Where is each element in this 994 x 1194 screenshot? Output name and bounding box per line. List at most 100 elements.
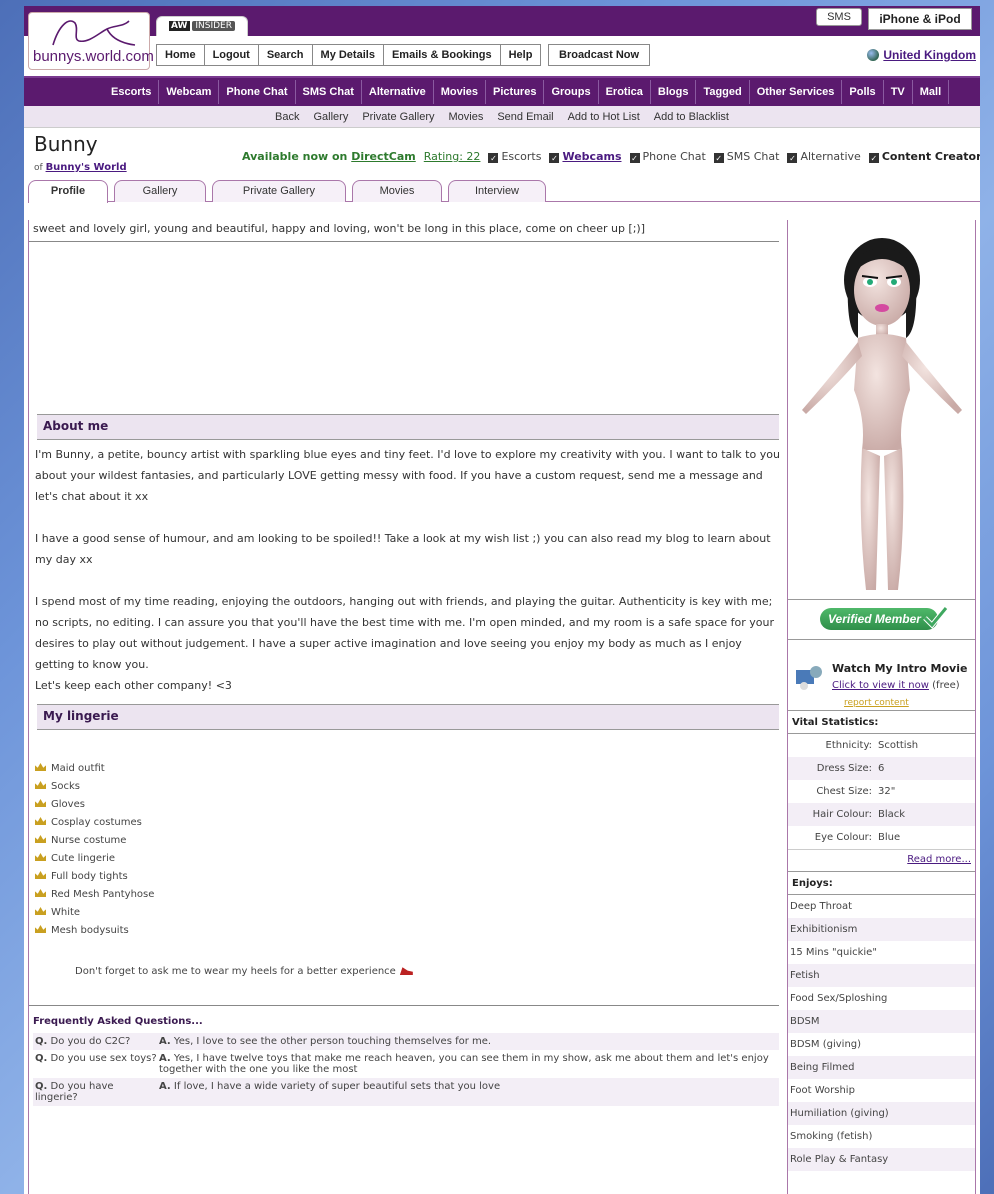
cat-webcam[interactable]: Webcam xyxy=(159,80,220,104)
crown-icon xyxy=(35,889,46,897)
nav-help[interactable]: Help xyxy=(500,45,541,65)
available-text: Available now on DirectCam xyxy=(242,150,416,163)
intro-view-link[interactable]: Click to view it now xyxy=(832,680,929,691)
cat-sms-chat[interactable]: SMS Chat xyxy=(296,80,362,104)
avatar xyxy=(802,238,962,590)
list-item: Cute lingerie xyxy=(35,850,787,868)
cat-other-services[interactable]: Other Services xyxy=(750,80,843,104)
checkbox-icon: ✓ xyxy=(868,153,879,163)
faq-row: Q. Do you do C2C? A. Yes, I love to see … xyxy=(33,1033,779,1050)
subnav-private-gallery[interactable]: Private Gallery xyxy=(362,111,434,123)
nav-my-details[interactable]: My Details xyxy=(312,45,384,65)
lingerie-label: White xyxy=(51,907,81,918)
cat-pictures[interactable]: Pictures xyxy=(486,80,545,104)
cat-tagged[interactable]: Tagged xyxy=(696,80,750,104)
vital-key: Dress Size: xyxy=(816,763,872,774)
lingerie-label: Socks xyxy=(51,781,80,792)
header: bunnys.world.com AW INSIDER SMS iPhone &… xyxy=(24,6,980,76)
subnav-movies[interactable]: Movies xyxy=(448,111,483,123)
iphone-button[interactable]: iPhone & iPod xyxy=(868,8,972,30)
tab-movies[interactable]: Movies xyxy=(352,180,442,202)
cat-phone-chat[interactable]: Phone Chat xyxy=(219,80,296,104)
crown-icon xyxy=(35,799,46,807)
faq-table: Q. Do you do C2C? A. Yes, I love to see … xyxy=(33,1033,779,1106)
faq-question: Q. Do you use sex toys? xyxy=(35,1053,159,1075)
crown-icon xyxy=(35,817,46,825)
cat-tv[interactable]: TV xyxy=(884,80,913,104)
list-item: 15 Mins "quickie" xyxy=(790,947,877,958)
nav-logout[interactable]: Logout xyxy=(204,45,259,65)
cat-escorts[interactable]: Escorts xyxy=(104,80,160,104)
subnav-send-email[interactable]: Send Email xyxy=(497,111,553,123)
vital-value: Scottish xyxy=(878,740,919,751)
tab-interview[interactable]: Interview xyxy=(448,180,546,202)
list-item: Foot Worship xyxy=(790,1085,855,1096)
cat-alternative[interactable]: Alternative xyxy=(362,80,434,104)
category-nav: Escorts Webcam Phone Chat SMS Chat Alter… xyxy=(24,76,980,106)
bunny-logo-icon xyxy=(52,20,136,46)
a-prefix: A. xyxy=(159,1081,171,1092)
lingerie-label: Gloves xyxy=(51,799,85,810)
cat-polls[interactable]: Polls xyxy=(842,80,884,104)
top-nav: Home Logout Search My Details Emails & B… xyxy=(156,44,542,66)
tab-profile[interactable]: Profile xyxy=(28,180,108,203)
cat-erotica[interactable]: Erotica xyxy=(599,80,651,104)
service-phone-chat-label: Phone Chat xyxy=(642,150,706,163)
service-webcams[interactable]: ✓ Webcams xyxy=(549,150,622,163)
faq-row: Q. Do you use sex toys? A. Yes, I have t… xyxy=(33,1050,779,1078)
service-sms-chat-label: SMS Chat xyxy=(726,150,780,163)
verified-label: Verified Member xyxy=(828,612,921,626)
owner-link[interactable]: Bunny's World xyxy=(46,162,127,173)
tab-gallery[interactable]: Gallery xyxy=(114,180,206,202)
cat-movies[interactable]: Movies xyxy=(434,80,487,104)
list-item: Nurse costume xyxy=(35,832,787,850)
report-content-link[interactable]: report content xyxy=(844,698,909,708)
vital-key: Hair Colour: xyxy=(812,809,872,820)
nav-search[interactable]: Search xyxy=(258,45,313,65)
broadcast-now-button[interactable]: Broadcast Now xyxy=(548,44,651,66)
nav-emails-bookings[interactable]: Emails & Bookings xyxy=(383,45,501,65)
verified-badge: Verified Member xyxy=(820,606,948,630)
aw-label: AW xyxy=(169,21,190,31)
profile-main: sweet and lovely girl, young and beautif… xyxy=(28,220,788,1194)
directcam-link[interactable]: DirectCam xyxy=(351,150,416,163)
enjoys-heading: Enjoys: xyxy=(788,871,975,895)
list-item: BDSM (giving) xyxy=(790,1039,862,1050)
nav-home[interactable]: Home xyxy=(157,45,205,65)
a-prefix: A. xyxy=(159,1053,171,1064)
subnav-back[interactable]: Back xyxy=(275,111,299,123)
list-item: Being Filmed xyxy=(788,1056,975,1079)
rating-link[interactable]: Rating: 22 xyxy=(424,150,481,163)
crown-icon xyxy=(35,925,46,933)
tab-private-gallery[interactable]: Private Gallery xyxy=(212,180,346,202)
list-item: Exhibitionism xyxy=(788,918,975,941)
service-webcams-label: Webcams xyxy=(562,150,622,163)
subnav-add-hot-list[interactable]: Add to Hot List xyxy=(568,111,640,123)
aw-insider-tab[interactable]: AW INSIDER xyxy=(156,16,248,36)
checkbox-icon: ✓ xyxy=(713,153,724,163)
sms-button[interactable]: SMS xyxy=(816,8,862,26)
site-logo[interactable]: bunnys.world.com xyxy=(28,12,154,70)
question-text: Do you use sex toys? xyxy=(50,1053,157,1064)
country-label: United Kingdom xyxy=(883,48,976,62)
crown-icon xyxy=(35,835,46,843)
list-item: Fetish xyxy=(788,964,975,987)
subnav-gallery[interactable]: Gallery xyxy=(314,111,349,123)
answer-text: If love, I have a wide variety of super … xyxy=(173,1081,501,1092)
profile-tagline: sweet and lovely girl, young and beautif… xyxy=(29,220,779,242)
page: bunnys.world.com AW INSIDER SMS iPhone &… xyxy=(24,6,980,1194)
heels-note-text: Don't forget to ask me to wear my heels … xyxy=(75,966,396,977)
faq-row: Q. Do you have lingerie? A. If love, I h… xyxy=(33,1078,779,1106)
checkbox-icon: ✓ xyxy=(629,153,640,163)
subnav-add-blacklist[interactable]: Add to Blacklist xyxy=(654,111,729,123)
profile-tabs: Profile Gallery Private Gallery Movies I… xyxy=(28,178,980,203)
cat-mall[interactable]: Mall xyxy=(913,80,950,104)
list-item: Smoking (fetish) xyxy=(790,1131,873,1142)
read-more-link[interactable]: Read more... xyxy=(788,849,975,871)
movie-icon xyxy=(796,666,822,690)
cat-blogs[interactable]: Blogs xyxy=(651,80,697,104)
insider-label: INSIDER xyxy=(192,21,235,31)
cat-groups[interactable]: Groups xyxy=(544,80,599,104)
profile-picture[interactable] xyxy=(788,220,975,600)
country-link[interactable]: United Kingdom xyxy=(867,48,976,62)
